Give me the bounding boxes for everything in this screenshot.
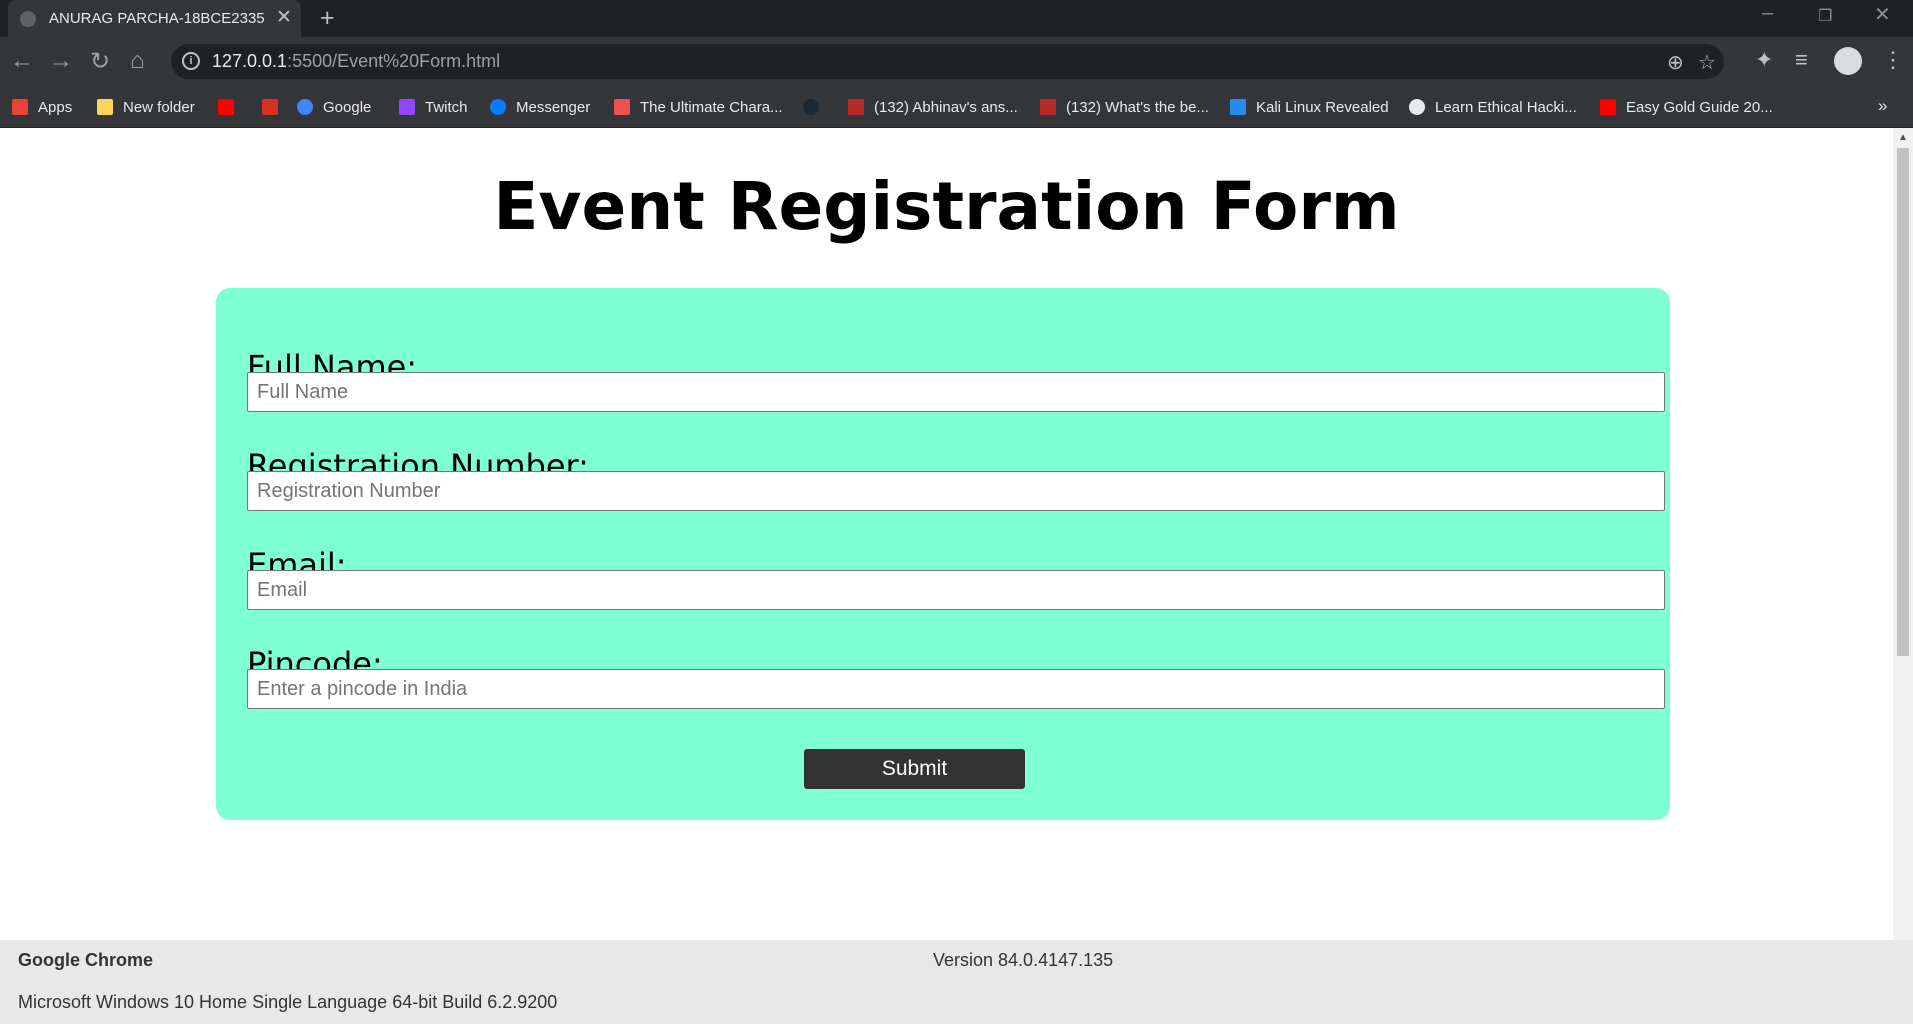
profile-avatar-icon[interactable]	[1834, 47, 1862, 75]
extensions-icon[interactable]: ✦	[1755, 47, 1773, 73]
bookmark-label: Easy Gold Guide 20...	[1626, 98, 1773, 116]
bookmark-item[interactable]	[803, 87, 829, 127]
globe-icon	[20, 11, 36, 27]
youtube-icon	[1600, 99, 1616, 115]
messenger-icon	[490, 99, 506, 115]
scroll-up-icon[interactable]: ▲	[1898, 132, 1908, 143]
url-text: 127.0.0.1:5500/Event%20Form.html	[212, 51, 500, 72]
tab-title: ANURAG PARCHA-18BCE2335	[49, 10, 265, 27]
bookmark-label: Google	[323, 98, 372, 116]
bookmark-label: Kali Linux Revealed	[1256, 98, 1389, 116]
bookmark-label: Learn Ethical Hacki...	[1435, 98, 1577, 116]
info-icon[interactable]: i	[182, 52, 200, 70]
browser-toolbar: ← → ↻ ⌂ i 127.0.0.1:5500/Event%20Form.ht…	[0, 37, 1913, 87]
bookmarks-bar: Apps New folder Google Twitch Messenger The U…	[0, 87, 1913, 128]
bookmark-item[interactable]: Kali Linux Revealed	[1230, 87, 1389, 127]
email-input[interactable]	[247, 570, 1665, 610]
bookmark-label: Messenger	[516, 98, 591, 116]
page-viewport: Event Registration Form Full Name: Regis…	[0, 128, 1893, 940]
bookmark-item[interactable]	[218, 87, 244, 127]
bookmark-label: Apps	[38, 98, 73, 116]
bookmark-item[interactable]: Twitch	[399, 87, 468, 127]
bookmark-item[interactable]: Google	[297, 87, 371, 127]
close-window-icon[interactable]: ✕	[1874, 2, 1891, 27]
address-bar[interactable]: i 127.0.0.1:5500/Event%20Form.html ⊕ ☆	[171, 44, 1724, 79]
menu-icon[interactable]: ⋮	[1882, 47, 1904, 73]
bookmark-item[interactable]: (132) Abhinav's ans...	[848, 87, 1018, 127]
media-control-icon[interactable]: ≡	[1795, 47, 1808, 73]
restore-icon[interactable]: ❐	[1818, 6, 1832, 26]
steam-icon	[803, 99, 819, 115]
star-icon[interactable]: ☆	[1698, 50, 1716, 75]
quora-icon	[1040, 99, 1056, 115]
registration-number-input[interactable]	[247, 471, 1665, 511]
youtube-icon	[218, 99, 234, 115]
submit-button[interactable]: Submit	[804, 749, 1025, 789]
bookmark-label: The Ultimate Chara...	[640, 98, 783, 116]
zoom-icon[interactable]: ⊕	[1667, 50, 1684, 75]
bookmark-label: (132) What's the be...	[1066, 98, 1209, 116]
gmail-icon	[262, 99, 278, 115]
quora-icon	[848, 99, 864, 115]
pincode-input[interactable]	[247, 669, 1665, 709]
google-icon	[297, 99, 313, 115]
bookmark-item[interactable]: Learn Ethical Hacki...	[1409, 87, 1577, 127]
home-icon[interactable]: ⌂	[130, 47, 145, 75]
vertical-scrollbar[interactable]: ▲	[1893, 128, 1913, 940]
udemy-icon	[614, 99, 630, 115]
os-info-text: Microsoft Windows 10 Home Single Languag…	[18, 992, 558, 1012]
bookmark-label: (132) Abhinav's ans...	[874, 98, 1018, 116]
full-name-input[interactable]	[247, 372, 1665, 412]
url-path: :5500/Event%20Form.html	[287, 51, 501, 71]
bookmarks-overflow-icon[interactable]: »	[1878, 96, 1887, 116]
bookmark-label: Twitch	[425, 98, 468, 116]
tab-strip: ANURAG PARCHA-18BCE2335 ✕ + – ❐ ✕	[0, 0, 1913, 37]
version-text: Version 84.0.4147.135	[933, 950, 1114, 970]
bookmark-item[interactable]: (132) What's the be...	[1040, 87, 1209, 127]
apps-grid-icon	[12, 99, 28, 115]
minimize-icon[interactable]: –	[1762, 2, 1773, 25]
close-tab-icon[interactable]: ✕	[276, 6, 292, 29]
twitch-icon	[399, 99, 415, 115]
bookmark-item[interactable]: Apps	[12, 87, 72, 127]
page-title: Event Registration Form	[493, 168, 1400, 245]
bookmark-item[interactable]	[262, 87, 288, 127]
url-host: 127.0.0.1	[212, 51, 288, 71]
folder-icon	[97, 99, 113, 115]
active-tab[interactable]: ANURAG PARCHA-18BCE2335 ✕	[8, 0, 301, 37]
registration-form: Full Name: Registration Number: Email: P…	[216, 288, 1670, 820]
kali-icon	[1230, 99, 1246, 115]
app-name: Google Chrome	[18, 950, 154, 970]
scrollbar-thumb[interactable]	[1897, 148, 1909, 656]
bookmark-item[interactable]: The Ultimate Chara...	[614, 87, 783, 127]
bookmark-item[interactable]: New folder	[97, 87, 195, 127]
bookmark-label: New folder	[123, 98, 195, 116]
reload-icon[interactable]: ↻	[90, 47, 110, 76]
globe-icon	[1409, 99, 1425, 115]
new-tab-icon[interactable]: +	[320, 4, 335, 33]
forward-icon[interactable]: →	[49, 47, 73, 75]
chrome-info-bar: Google Chrome Version 84.0.4147.135 Micr…	[0, 940, 1913, 1024]
bookmark-item[interactable]: Messenger	[490, 87, 590, 127]
bookmark-item[interactable]: Easy Gold Guide 20...	[1600, 87, 1773, 127]
back-icon[interactable]: ←	[10, 47, 34, 75]
